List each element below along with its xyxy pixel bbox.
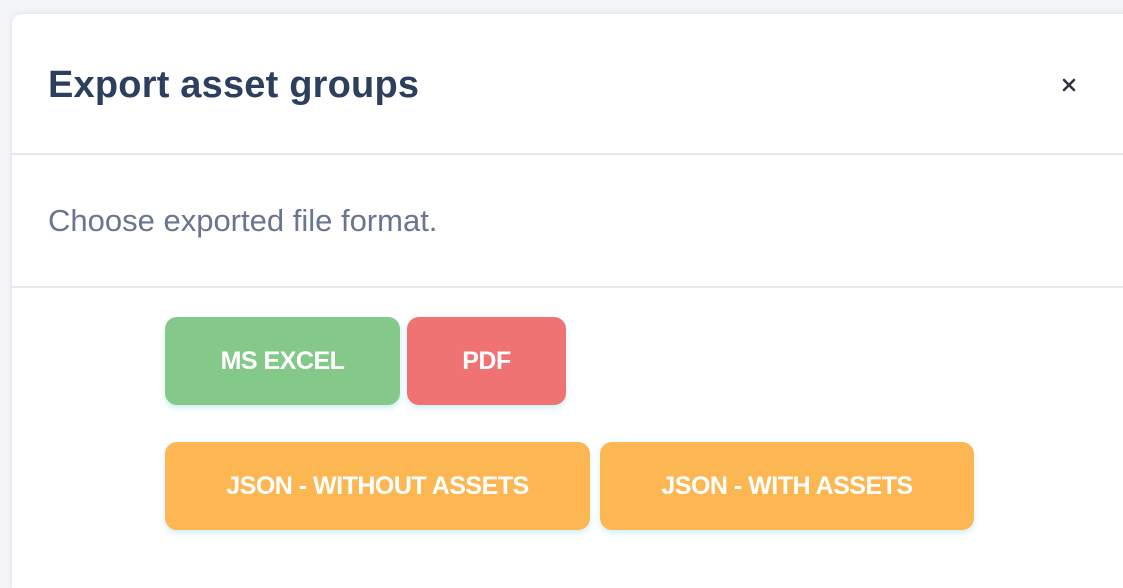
modal-description: Choose exported file format. (48, 203, 438, 238)
export-pdf-button[interactable]: PDF (407, 317, 566, 405)
close-icon (1062, 78, 1076, 92)
modal-body: Choose exported file format. (12, 155, 1123, 288)
modal-title: Export asset groups (48, 64, 420, 106)
export-modal: Export asset groups Choose exported file… (12, 14, 1123, 588)
export-ms-excel-button[interactable]: MS EXCEL (165, 317, 400, 405)
export-json-without-assets-button[interactable]: JSON - WITHOUT ASSETS (165, 442, 590, 530)
modal-footer: MS EXCEL PDF JSON - WITHOUT ASSETS JSON … (12, 288, 1123, 588)
export-json-with-assets-button[interactable]: JSON - WITH ASSETS (600, 442, 974, 530)
close-button[interactable] (1054, 70, 1084, 100)
modal-header: Export asset groups (12, 14, 1123, 155)
